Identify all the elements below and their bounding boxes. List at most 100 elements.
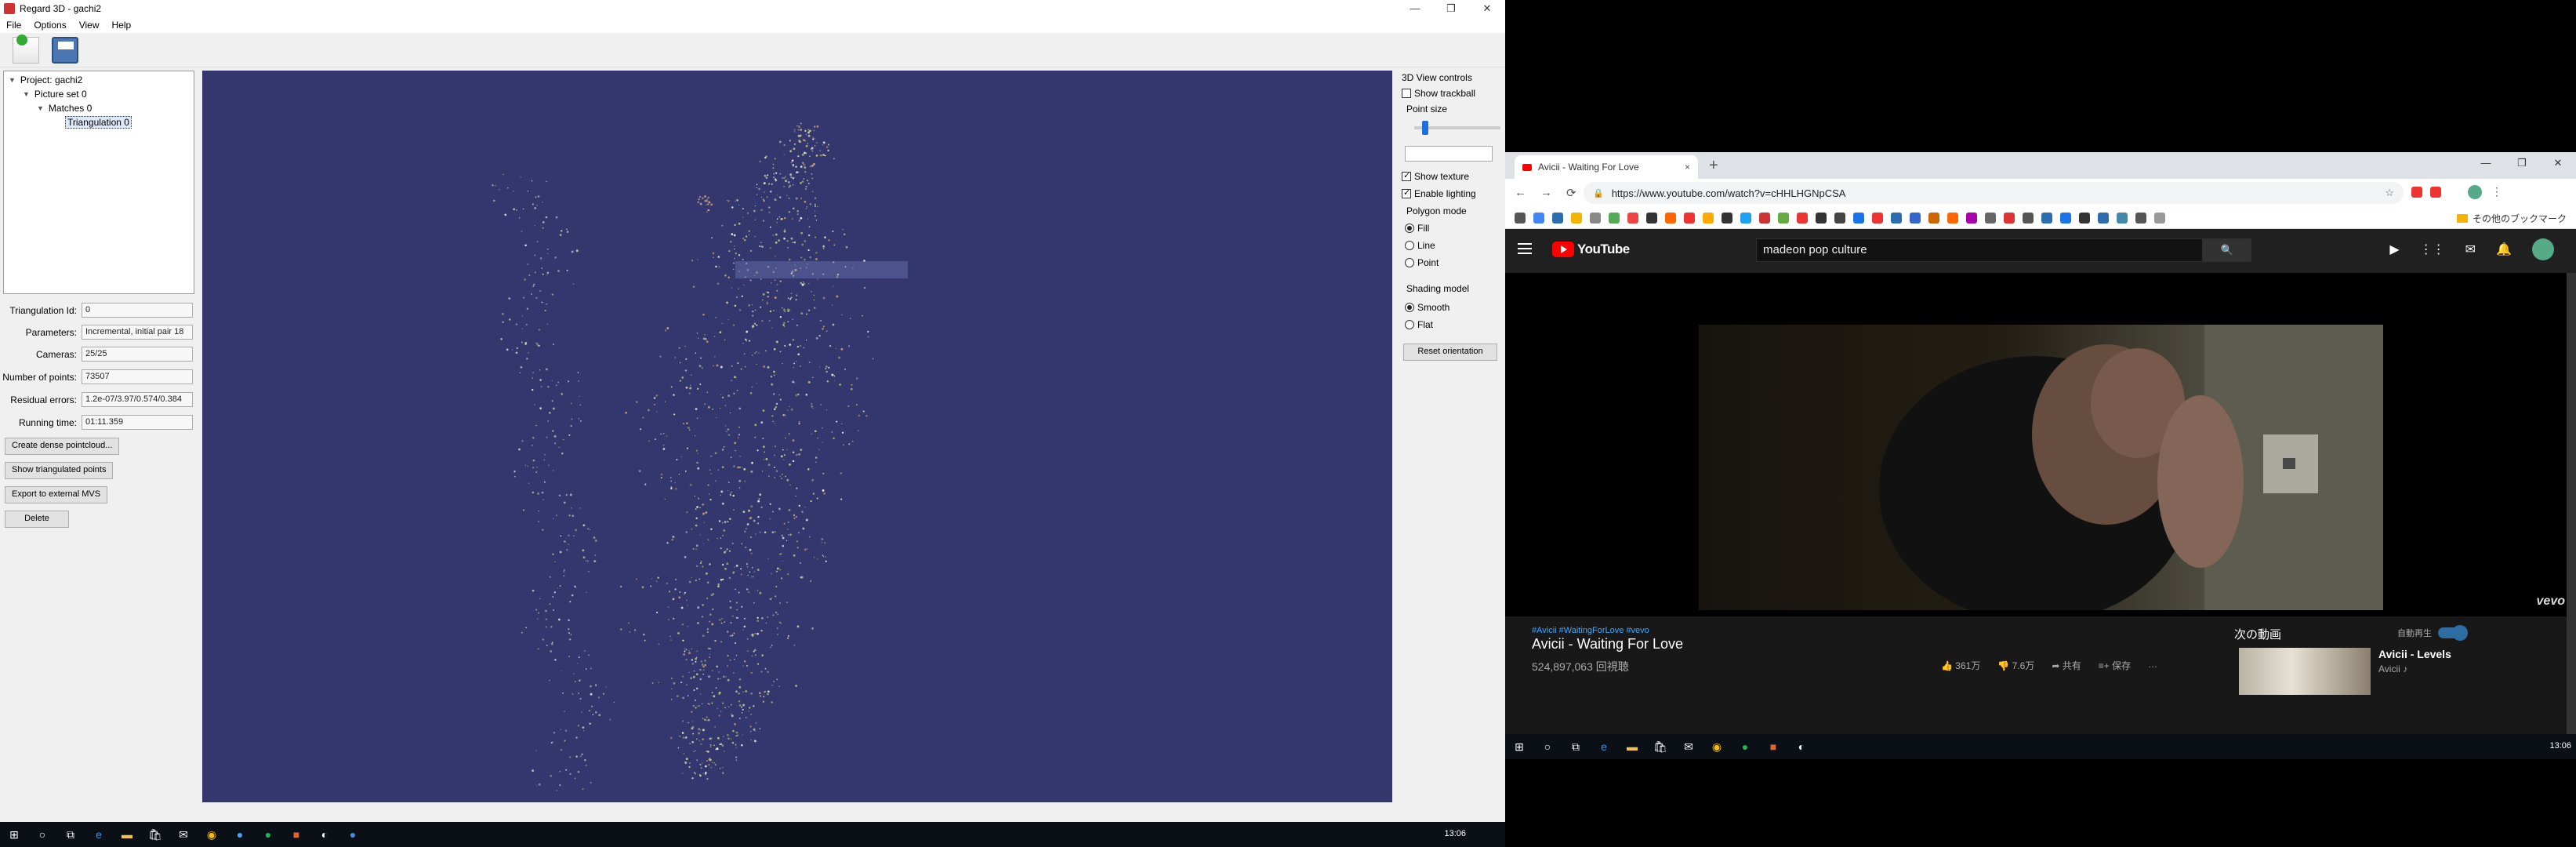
video-frame[interactable] [1699,325,2383,610]
show-triangulated-points-button[interactable]: Show triangulated points [5,462,114,479]
menu-file[interactable]: File [0,20,27,31]
bookmark-icon[interactable] [1590,213,1601,224]
minimize-button[interactable]: — [1397,0,1433,17]
profile-avatar[interactable] [2468,185,2482,199]
polygon-fill-radio[interactable]: Fill [1405,223,1429,234]
app-icon[interactable]: ◐ [1787,734,1816,759]
autoplay-toggle[interactable]: 自動再生 [2397,625,2468,641]
bookmark-icon[interactable] [1872,213,1883,224]
windows-start-icon[interactable]: ⊞ [0,822,28,847]
spotify-icon[interactable]: ● [254,822,282,847]
3d-viewport[interactable] [202,71,1392,802]
like-button[interactable]: 👍 361万 [1941,659,1980,672]
prop-value[interactable]: 25/25 [82,347,193,362]
bookmark-icon[interactable] [1891,213,1902,224]
minimize-button[interactable]: — [2468,152,2504,176]
bookmark-icon[interactable] [1759,213,1770,224]
polygon-point-radio[interactable]: Point [1405,257,1439,268]
export-mvs-button[interactable]: Export to external MVS [5,486,108,503]
bookmark-icon[interactable] [1722,213,1732,224]
forward-icon[interactable]: → [1540,186,1552,200]
chrome-icon[interactable]: ◉ [198,822,226,847]
regard3d-taskbar-icon[interactable]: ■ [1759,734,1787,759]
bookmark-icon[interactable] [2004,213,2015,224]
point-size-field[interactable] [1405,146,1493,162]
prop-value[interactable]: Incremental, initial pair 18 [82,325,193,340]
new-tab-button[interactable]: + [1709,157,1718,175]
regard3d-taskbar-icon[interactable]: ■ [282,822,310,847]
bookmark-icon[interactable] [1797,213,1808,224]
mail-icon[interactable]: ✉ [1674,734,1703,759]
show-texture-checkbox[interactable]: Show texture [1402,170,1469,182]
tree-node-picture-set[interactable]: ▼ Picture set 0 [23,89,87,100]
bookmark-icon[interactable] [1665,213,1676,224]
cortana-icon[interactable]: ○ [1533,734,1562,759]
bookmark-icon[interactable] [1947,213,1958,224]
apps-grid-icon[interactable]: ⋮⋮ [2420,242,2445,260]
close-button[interactable]: ✕ [2540,152,2576,176]
next-video-channel[interactable]: Avicii ♪ [2378,663,2407,674]
bookmark-icon[interactable] [1985,213,1996,224]
menu-options[interactable]: Options [27,20,72,31]
polygon-line-radio[interactable]: Line [1405,240,1435,251]
bookmark-icon[interactable] [1552,213,1563,224]
prop-value[interactable]: 1.2e-07/3.97/0.574/0.384 [82,392,193,407]
task-view-icon[interactable]: ⧉ [56,822,85,847]
tree-node-matches[interactable]: ▼ Matches 0 [37,103,92,114]
bookmark-icon[interactable] [1740,213,1751,224]
app-icon[interactable]: ● [339,822,367,847]
menu-help[interactable]: Help [106,20,138,31]
mail-icon[interactable]: ✉ [169,822,198,847]
bookmark-icon[interactable] [2060,213,2071,224]
bookmark-icon[interactable] [1703,213,1714,224]
app-icon[interactable]: ● [226,822,254,847]
app-icon[interactable]: ◐ [310,822,339,847]
shading-smooth-radio[interactable]: Smooth [1405,302,1449,313]
tree-node-project[interactable]: ▼ Project: gachi2 [9,75,82,85]
prop-value[interactable]: 0 [82,303,193,318]
bookmark-icon[interactable] [1778,213,1789,224]
task-view-icon[interactable]: ⧉ [1562,734,1590,759]
other-bookmarks[interactable]: その他のブックマーク [2456,212,2567,225]
video-player[interactable]: vevo [1505,273,2576,616]
menu-view[interactable]: View [73,20,106,31]
dislike-button[interactable]: 👎 7.6万 [1997,659,2034,672]
extension-icon[interactable] [2411,187,2422,198]
tab-close-icon[interactable]: × [1685,162,1690,173]
bookmark-icon[interactable] [1515,213,1526,224]
more-button[interactable]: … [2148,659,2157,672]
bookmark-icon[interactable] [1684,213,1695,224]
close-button[interactable]: ✕ [1469,0,1505,17]
save-icon[interactable] [52,36,78,64]
tab-youtube[interactable]: Avicii - Waiting For Love × [1515,155,1698,179]
chrome-menu-icon[interactable]: ⋮ [2491,185,2502,198]
next-video-title[interactable]: Avicii - Levels [2378,648,2451,660]
save-button[interactable]: ≡+ 保存 [2099,659,2131,672]
reload-icon[interactable]: ⟳ [1566,186,1576,200]
bookmark-icon[interactable] [2041,213,2052,224]
back-icon[interactable]: ← [1515,186,1526,200]
message-icon[interactable]: ✉ [2465,242,2476,260]
maximize-button[interactable]: ❐ [1433,0,1469,17]
bookmark-icon[interactable] [1834,213,1845,224]
bookmark-icon[interactable] [1966,213,1977,224]
windows-start-icon[interactable]: ⊞ [1505,734,1533,759]
prop-value[interactable]: 73507 [82,369,193,384]
project-tree[interactable]: ▼ Project: gachi2 ▼ Picture set 0 ▼ Matches… [3,71,194,294]
address-bar[interactable]: 🔒 https://www.youtube.com/watch?v=cHHLHG… [1584,182,2404,204]
slider-thumb[interactable] [1422,121,1428,135]
tree-node-triangulation[interactable]: Triangulation 0 [65,116,132,129]
shading-flat-radio[interactable]: Flat [1405,319,1433,330]
avatar[interactable] [2532,238,2554,260]
chrome-icon[interactable]: ◉ [1703,734,1731,759]
menu-icon[interactable] [1518,243,1532,254]
new-project-icon[interactable] [13,34,39,64]
hashtags[interactable]: #Avicii #WaitingForLove #vevo [1532,626,1649,635]
search-input[interactable]: madeon pop culture [1756,238,2203,262]
bookmark-icon[interactable] [1609,213,1620,224]
bookmark-icon[interactable] [1853,213,1864,224]
store-icon[interactable]: 🛍 [141,822,169,847]
enable-lighting-checkbox[interactable]: Enable lighting [1402,187,1476,199]
file-explorer-icon[interactable]: ▬ [1618,734,1646,759]
share-button[interactable]: ➦ 共有 [2052,659,2081,672]
